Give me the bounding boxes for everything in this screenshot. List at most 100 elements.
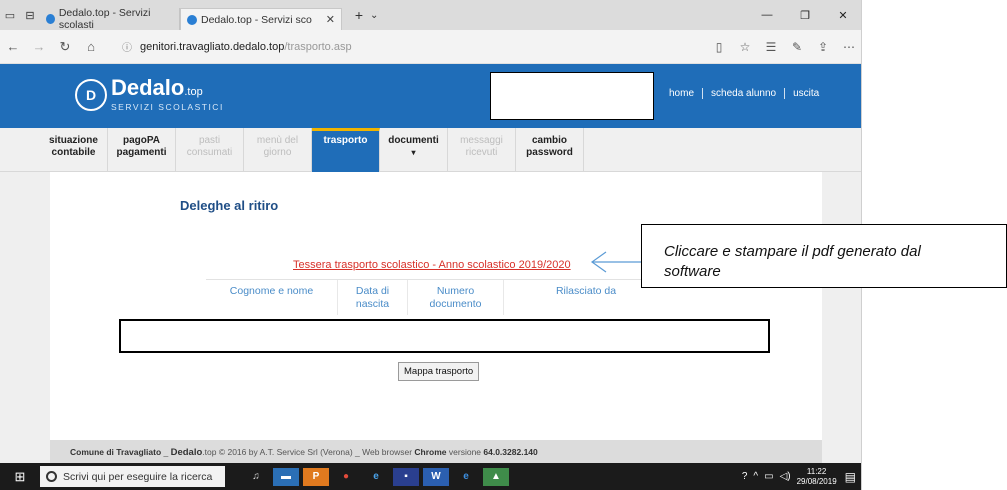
forward-icon[interactable]: → [26, 39, 52, 54]
logo-text: Dedalo [111, 75, 185, 100]
restore-icon[interactable]: ❐ [786, 9, 824, 22]
nav-situazione-contabile[interactable]: situazione contabile [40, 128, 108, 172]
edge-icon[interactable]: e [453, 468, 479, 486]
col-numero-documento: Numero documento [408, 280, 504, 315]
chrome-icon[interactable]: ● [333, 468, 359, 486]
clock-time: 11:22 [806, 466, 827, 476]
url-domain: genitori.travagliato.dedalo.top [140, 40, 285, 53]
internet-explorer-icon[interactable]: e [363, 468, 389, 486]
favorite-star-icon[interactable]: ☆ [732, 40, 758, 54]
windows-taskbar: ⊞ Scrivi qui per eseguire la ricerca ♫ ▬… [0, 463, 861, 490]
nav-label: ricevuti [465, 147, 498, 158]
taskbar-search-input[interactable]: Scrivi qui per eseguire la ricerca [40, 466, 225, 487]
help-icon[interactable]: ? [742, 471, 748, 482]
nav-label: pagoPA [122, 135, 161, 146]
dedalo-favicon-icon [187, 14, 197, 25]
footer-comune: Comune di Travagliato [70, 447, 162, 457]
deleghe-table-header: Cognome e nome Data di nascita Numero docu… [206, 279, 668, 315]
col-label: Cognome e nome [229, 285, 314, 297]
windows-start-icon[interactable]: ⊞ [0, 469, 40, 485]
footer-brand: Dedalo [170, 447, 203, 458]
footer-browser: Chrome [414, 447, 447, 457]
notifications-icon[interactable]: ▤ [845, 470, 856, 484]
top-nav-home[interactable]: home [661, 88, 702, 99]
nav-label: cambio [531, 135, 567, 146]
footer-version-label: versione [446, 447, 484, 457]
search-placeholder: Scrivi qui per eseguire la ricerca [63, 470, 213, 483]
app-icon[interactable]: ▪ [393, 467, 419, 486]
nav-label: documenti [388, 135, 439, 146]
nav-documenti[interactable]: documenti ▾ [380, 128, 448, 172]
redacted-user-box [490, 72, 654, 120]
dedalo-logo[interactable]: D Dedalo.top SERVIZI SCOLASTICI [75, 75, 224, 112]
reading-view-icon[interactable]: ▯ [706, 40, 732, 54]
nav-label: pagamenti [116, 147, 167, 158]
word-icon[interactable]: W [423, 467, 449, 486]
url-path: /trasporto.asp [284, 40, 352, 53]
address-bar: ← → ↻ ⌂ ⓘ genitori.travagliato.dedalo.to… [0, 30, 861, 64]
refresh-icon[interactable]: ↻ [52, 39, 78, 55]
url-field[interactable]: ⓘ genitori.travagliato.dedalo.top/traspo… [122, 39, 352, 55]
browser-tab-2[interactable]: Dedalo.top - Servizi sco ✕ [180, 8, 342, 30]
caret-down-icon: ▾ [411, 148, 416, 157]
powerpoint-icon[interactable]: P [303, 467, 329, 486]
browser-tab-1[interactable]: Dedalo.top - Servizi scolasti [40, 7, 180, 31]
nav-pagopa-pagamenti[interactable]: pagoPA pagamenti [108, 128, 176, 172]
redacted-table-row [119, 319, 770, 353]
top-nav: home scheda alunno uscita [661, 88, 827, 99]
tab-title: Dedalo.top - Servizi sco [201, 13, 312, 26]
col-label: Data di [355, 285, 390, 297]
annotation-callout: Cliccare e stampare il pdf generato dal … [641, 224, 1007, 288]
new-tab-icon[interactable]: + [348, 7, 370, 23]
tab-actions-icon[interactable]: ▭ [0, 9, 20, 22]
photos-icon[interactable]: ▲ [483, 467, 509, 486]
info-icon[interactable]: ⓘ [122, 39, 132, 54]
nav-label: pasti [198, 135, 221, 146]
system-clock[interactable]: 11:22 29/08/2019 [797, 467, 837, 487]
nav-trasporto[interactable]: trasporto [312, 128, 380, 172]
nav-label: messaggi [460, 135, 503, 146]
share-icon[interactable]: ⇪ [810, 40, 836, 54]
nav-messaggi-ricevuti: messaggi ricevuti [448, 128, 516, 172]
tab-title: Dedalo.top - Servizi scolasti [58, 7, 151, 31]
nav-label: consumati [186, 147, 233, 158]
browser-tab-bar: ▭ ⊟ Dedalo.top - Servizi scolasti Dedalo… [0, 0, 861, 31]
close-window-icon[interactable]: ✕ [824, 9, 861, 22]
mappa-trasporto-button[interactable]: Mappa trasporto [398, 362, 480, 381]
tessera-pdf-link[interactable]: Tessera trasporto scolastico - Anno scol… [293, 259, 571, 271]
top-nav-uscita[interactable]: uscita [784, 88, 827, 99]
network-icon[interactable]: ▭ [764, 471, 773, 482]
site-header: D Dedalo.top SERVIZI SCOLASTICI home sch… [0, 64, 861, 128]
clock-date: 29/08/2019 [796, 476, 837, 486]
nav-menu-del-giorno: menù del giorno [244, 128, 312, 172]
footer-sep: _ [161, 447, 171, 457]
logo-subtitle: SERVIZI SCOLASTICI [111, 102, 224, 112]
col-label: Numero [436, 285, 475, 297]
nav-label: trasporto [323, 135, 368, 146]
chevron-down-icon[interactable]: ⌄ [370, 10, 386, 21]
chevron-up-icon[interactable]: ^ [753, 471, 758, 482]
close-tab-icon[interactable]: ✕ [326, 13, 335, 26]
nav-label: password [526, 147, 573, 158]
microphone-icon[interactable]: ♫ [243, 468, 269, 486]
page-title: Deleghe al ritiro [180, 198, 279, 213]
pen-icon[interactable]: ✎ [784, 40, 810, 54]
volume-icon[interactable]: ◁) [780, 471, 791, 482]
home-icon[interactable]: ⌂ [78, 39, 104, 54]
nav-cambio-password[interactable]: cambio password [516, 128, 584, 172]
favorites-list-icon[interactable]: ☰ [758, 40, 784, 54]
nav-label: situazione [49, 135, 98, 146]
tab-sets-icon[interactable]: ⊟ [20, 9, 40, 22]
minimize-icon[interactable]: — [748, 9, 786, 22]
col-label: Rilasciato da [555, 285, 617, 297]
footer-version: 64.0.3282.140 [483, 447, 538, 457]
callout-line-1: Cliccare e stampare il pdf generato dal [664, 243, 921, 260]
back-icon[interactable]: ← [0, 39, 26, 54]
logo-tld: .top [184, 86, 203, 98]
top-nav-scheda-alunno[interactable]: scheda alunno [702, 88, 784, 99]
dedalo-logo-icon: D [75, 79, 107, 111]
more-icon[interactable]: ⋯ [836, 40, 861, 54]
col-data-nascita: Data di nascita [338, 280, 408, 315]
nav-label: menù del [256, 135, 299, 146]
file-explorer-icon[interactable]: ▬ [273, 467, 299, 486]
